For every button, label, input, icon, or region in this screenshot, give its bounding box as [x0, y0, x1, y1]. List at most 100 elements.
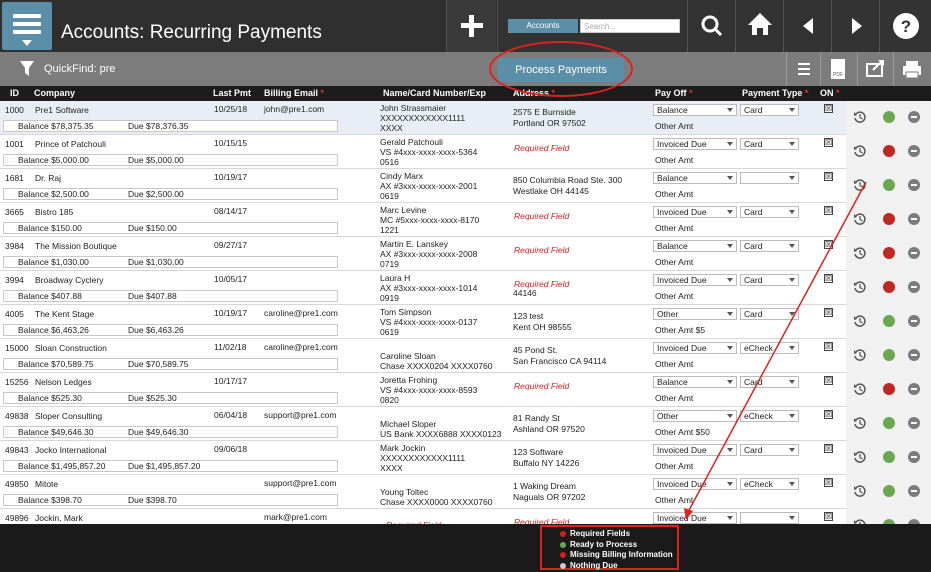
other-amount-label[interactable]: Other Amt	[655, 359, 693, 369]
history-icon[interactable]	[853, 178, 867, 192]
company-name[interactable]: Dr. Raj	[35, 173, 61, 183]
company-name[interactable]: Nelson Ledges	[35, 377, 92, 387]
col-billing-email[interactable]: Billing Email *	[264, 88, 324, 98]
help-icon[interactable]: ?	[879, 0, 931, 52]
company-name[interactable]: Jocko International	[35, 445, 106, 455]
pay-off-select[interactable]: Invoiced Due	[653, 274, 737, 286]
col-last-pmt[interactable]: Last Pmt	[213, 88, 251, 98]
accounts-scope-button[interactable]: Accounts	[508, 19, 578, 33]
payment-type-select[interactable]: Card	[740, 376, 799, 388]
remove-icon[interactable]	[908, 383, 920, 395]
pay-off-select[interactable]: Invoiced Due	[653, 512, 737, 524]
print-icon[interactable]	[893, 52, 931, 86]
next-icon[interactable]	[831, 0, 879, 52]
on-checkbox[interactable]: ☒	[824, 512, 833, 521]
history-icon[interactable]	[853, 110, 867, 124]
on-checkbox[interactable]: ☒	[824, 172, 833, 181]
on-checkbox[interactable]: ☒	[824, 444, 833, 453]
remove-icon[interactable]	[908, 451, 920, 463]
remove-icon[interactable]	[908, 417, 920, 429]
pay-off-select[interactable]: Balance	[653, 376, 737, 388]
history-icon[interactable]	[853, 314, 867, 328]
remove-icon[interactable]	[908, 247, 920, 259]
pay-off-select[interactable]: Balance	[653, 172, 737, 184]
on-checkbox[interactable]: ☒	[824, 308, 833, 317]
history-icon[interactable]	[853, 416, 867, 430]
pay-off-select[interactable]: Invoiced Due	[653, 478, 737, 490]
history-icon[interactable]	[853, 246, 867, 260]
company-name[interactable]: The Kent Stage	[35, 309, 94, 319]
pay-off-select[interactable]: Other	[653, 410, 737, 422]
payment-type-select[interactable]	[740, 172, 799, 184]
other-amount-label[interactable]: Other Amt	[655, 223, 693, 233]
other-amount-label[interactable]: Other Amt	[655, 393, 693, 403]
col-name-card[interactable]: Name/Card Number/Exp	[383, 88, 486, 98]
col-pay-off[interactable]: Pay Off *	[655, 88, 693, 98]
pay-off-select[interactable]: Invoiced Due	[653, 138, 737, 150]
payment-type-select[interactable]: Card	[740, 104, 799, 116]
company-name[interactable]: The Mission Boutique	[35, 241, 117, 251]
on-checkbox[interactable]: ☒	[824, 410, 833, 419]
pdf-icon[interactable]: PDF	[820, 52, 854, 86]
filter-icon[interactable]	[20, 61, 34, 77]
remove-icon[interactable]	[908, 281, 920, 293]
payment-type-select[interactable]	[740, 512, 799, 524]
payment-type-select[interactable]: Card	[740, 444, 799, 456]
billing-email[interactable]: support@pre1.com	[264, 410, 336, 420]
remove-icon[interactable]	[908, 349, 920, 361]
on-checkbox[interactable]: ☒	[824, 342, 833, 351]
company-name[interactable]: Prince of Patchouli	[35, 139, 106, 149]
company-name[interactable]: Mitote	[35, 479, 58, 489]
list-menu-icon[interactable]	[786, 52, 820, 86]
col-id[interactable]: ID	[10, 88, 19, 98]
add-icon[interactable]	[446, 0, 496, 52]
remove-icon[interactable]	[908, 179, 920, 191]
pay-off-select[interactable]: Invoiced Due	[653, 444, 737, 456]
payment-type-select[interactable]: eCheck	[740, 342, 799, 354]
other-amount-label[interactable]: Other Amt	[655, 495, 693, 505]
export-icon[interactable]	[857, 52, 891, 86]
col-payment-type[interactable]: Payment Type *	[742, 88, 808, 98]
history-icon[interactable]	[853, 144, 867, 158]
pay-off-select[interactable]: Invoiced Due	[653, 342, 737, 354]
remove-icon[interactable]	[908, 111, 920, 123]
pay-off-select[interactable]: Balance	[653, 240, 737, 252]
billing-email[interactable]: caroline@pre1.com	[264, 308, 338, 318]
billing-email[interactable]: mark@pre1.com	[264, 512, 327, 522]
on-checkbox[interactable]: ☒	[824, 206, 833, 215]
history-icon[interactable]	[853, 484, 867, 498]
on-checkbox[interactable]: ☒	[824, 104, 833, 113]
history-icon[interactable]	[853, 348, 867, 362]
col-company[interactable]: Company	[34, 88, 75, 98]
other-amount-label[interactable]: Other Amt $5	[655, 325, 705, 335]
billing-email[interactable]: john@pre1.com	[264, 104, 324, 114]
company-name[interactable]: Sloper Consulting	[35, 411, 102, 421]
payment-type-select[interactable]: eCheck	[740, 478, 799, 490]
on-checkbox[interactable]: ☒	[824, 376, 833, 385]
company-name[interactable]: Sloan Construction	[35, 343, 107, 353]
on-checkbox[interactable]: ☒	[824, 138, 833, 147]
other-amount-label[interactable]: Other Amt	[655, 257, 693, 267]
pay-off-select[interactable]: Other	[653, 308, 737, 320]
menu-icon[interactable]	[2, 2, 52, 50]
payment-type-select[interactable]: Card	[740, 240, 799, 252]
billing-email[interactable]: caroline@pre1.com	[264, 342, 338, 352]
company-name[interactable]: Pre1 Software	[35, 105, 89, 115]
other-amount-label[interactable]: Other Amt	[655, 461, 693, 471]
on-checkbox[interactable]: ☒	[824, 478, 833, 487]
col-on[interactable]: ON *	[820, 88, 840, 98]
search-input[interactable]: Search...	[580, 19, 680, 33]
remove-icon[interactable]	[908, 315, 920, 327]
other-amount-label[interactable]: Other Amt	[655, 121, 693, 131]
previous-icon[interactable]	[783, 0, 831, 52]
payment-type-select[interactable]: Card	[740, 274, 799, 286]
other-amount-label[interactable]: Other Amt	[655, 155, 693, 165]
billing-email[interactable]: support@pre1.com	[264, 478, 336, 488]
company-name[interactable]: Jockin, Mark	[35, 513, 83, 523]
company-name[interactable]: Broadway Cyclery	[35, 275, 104, 285]
on-checkbox[interactable]: ☒	[824, 240, 833, 249]
payment-type-select[interactable]: eCheck	[740, 410, 799, 422]
payment-type-select[interactable]: Card	[740, 308, 799, 320]
home-icon[interactable]	[735, 0, 783, 52]
remove-icon[interactable]	[908, 145, 920, 157]
